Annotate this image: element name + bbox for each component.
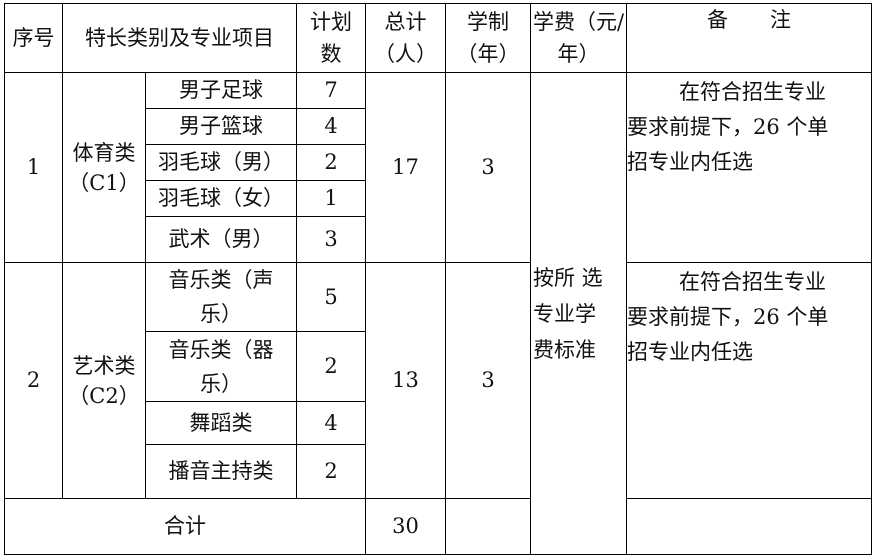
note-line-3: 招专业内任选	[627, 340, 754, 364]
total-fee-empty	[626, 498, 872, 555]
header-fee: 学费（元/年）	[530, 3, 627, 73]
group-category: 体育类 （C1）	[62, 72, 146, 263]
group-category: 艺术类 （C2）	[62, 262, 146, 499]
item-name: 音乐类（器乐）	[145, 331, 297, 402]
group-note: 在符合招生专业 要求前提下，26 个单 招专业内任选	[626, 262, 872, 499]
header-seq: 序号	[4, 3, 63, 73]
item-plan: 4	[296, 401, 366, 445]
group-total: 17	[365, 72, 446, 263]
table-row: 1 体育类 （C1） 男子足球 7 17 3 按所 选 专业学 费标准 在符合招…	[4, 72, 872, 555]
header-note: 备 注	[626, 3, 872, 73]
grand-total: 30	[365, 498, 446, 555]
item-plan: 7	[296, 72, 366, 109]
group-category-name: 艺术类	[72, 353, 136, 378]
item-name: 播音主持类	[145, 444, 297, 499]
note-line-3: 招专业内任选	[627, 150, 754, 174]
group-note: 在符合招生专业 要求前提下，26 个单 招专业内任选	[626, 72, 872, 263]
enrollment-table: 序号 特长类别及专业项目 计划数 总计（人） 学制（年） 学费（元/年） 备 注…	[4, 3, 872, 555]
item-plan: 5	[296, 262, 366, 332]
table-row: 2 艺术类 （C2） 音乐类（声乐） 5 13 3 在符合招生专业 要求前提下，…	[4, 262, 872, 499]
item-plan: 2	[296, 331, 366, 402]
item-name: 羽毛球（女）	[145, 180, 297, 217]
item-plan: 2	[296, 144, 366, 181]
total-duration-empty	[445, 498, 531, 555]
item-name: 武术（男）	[145, 216, 297, 263]
header-plan: 计划数	[296, 3, 366, 73]
fee-line-2: 专业学	[533, 301, 596, 326]
item-plan: 3	[296, 216, 366, 263]
total-row: 合计 30	[4, 498, 872, 555]
group-category-code: （C1）	[68, 170, 140, 195]
header-total: 总计（人）	[365, 3, 446, 73]
item-name: 男子足球	[145, 72, 297, 109]
note-line-2: 要求前提下，26 个单	[627, 305, 829, 329]
header-duration: 学制（年）	[445, 3, 531, 73]
item-plan: 2	[296, 444, 366, 499]
item-name: 舞蹈类	[145, 401, 297, 445]
group-seq: 2	[4, 262, 63, 499]
fee-cell: 按所 选 专业学 费标准	[530, 72, 627, 555]
group-category-name: 体育类	[72, 140, 136, 165]
fee-line-1: 按所 选	[533, 265, 603, 290]
note-line-1: 在符合招生专业	[679, 270, 826, 294]
group-duration: 3	[445, 262, 531, 499]
item-name: 羽毛球（男）	[145, 144, 297, 181]
item-name: 音乐类（声乐）	[145, 262, 297, 332]
total-label: 合计	[4, 498, 366, 555]
group-duration: 3	[445, 72, 531, 263]
item-plan: 4	[296, 108, 366, 145]
group-category-code: （C2）	[68, 383, 140, 408]
fee-line-3: 费标准	[533, 337, 596, 362]
note-line-1: 在符合招生专业	[679, 80, 826, 104]
note-line-2: 要求前提下，26 个单	[627, 115, 829, 139]
item-plan: 1	[296, 180, 366, 217]
group-total: 13	[365, 262, 446, 499]
group-seq: 1	[4, 72, 63, 263]
header-category: 特长类别及专业项目	[62, 3, 297, 73]
item-name: 男子篮球	[145, 108, 297, 145]
header-row: 序号 特长类别及专业项目 计划数 总计（人） 学制（年） 学费（元/年） 备 注	[4, 3, 872, 73]
